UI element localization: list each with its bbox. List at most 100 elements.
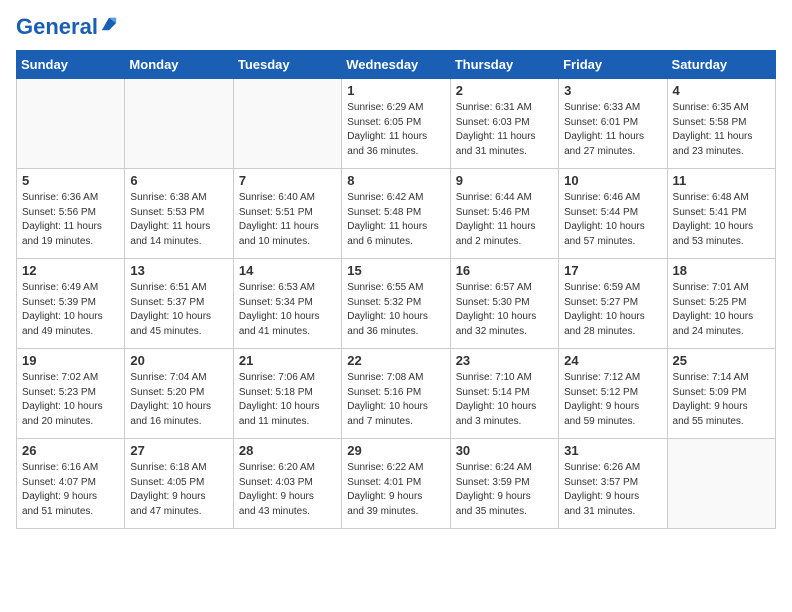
day-number: 18 [673, 263, 770, 278]
day-number: 17 [564, 263, 661, 278]
weekday-header: Monday [125, 51, 233, 79]
calendar-cell: 22 Sunrise: 7:08 AMSunset: 5:16 PMDayligh… [342, 349, 450, 439]
calendar-cell: 18 Sunrise: 7:01 AMSunset: 5:25 PMDayligh… [667, 259, 775, 349]
day-number: 8 [347, 173, 444, 188]
calendar-cell: 17 Sunrise: 6:59 AMSunset: 5:27 PMDayligh… [559, 259, 667, 349]
day-number: 13 [130, 263, 227, 278]
calendar-week-row: 5Sunrise: 6:36 AMSunset: 5:56 PMDaylight… [17, 169, 776, 259]
day-info: Sunrise: 6:20 AMSunset: 4:03 PMDaylight:… [239, 461, 336, 519]
day-info: Sunrise: 6:29 AMSunset: 6:05 PMDaylight:… [347, 101, 444, 159]
calendar-cell: 2 Sunrise: 6:31 AMSunset: 6:03 PMDaylight… [450, 79, 558, 169]
calendar-cell: 21 Sunrise: 7:06 AMSunset: 5:18 PMDayligh… [233, 349, 341, 439]
day-info: Sunrise: 6:16 AMSunset: 4:07 PMDaylight:… [22, 461, 119, 519]
calendar-cell: 23 Sunrise: 7:10 AMSunset: 5:14 PMDayligh… [450, 349, 558, 439]
calendar-week-row: 26 Sunrise: 6:16 AMSunset: 4:07 PMDayligh… [17, 439, 776, 529]
day-number: 26 [22, 443, 119, 458]
day-number: 7 [239, 173, 336, 188]
logo-text-line1: General [16, 16, 98, 38]
day-info: Sunrise: 6:53 AMSunset: 5:34 PMDaylight:… [239, 281, 336, 339]
day-number: 12 [22, 263, 119, 278]
day-info: Sunrise: 6:57 AMSunset: 5:30 PMDaylight:… [456, 281, 553, 339]
day-number: 1 [347, 83, 444, 98]
calendar-cell: 15 Sunrise: 6:55 AMSunset: 5:32 PMDayligh… [342, 259, 450, 349]
day-number: 14 [239, 263, 336, 278]
day-info: Sunrise: 6:40 AMSunset: 5:51 PMDaylight:… [239, 191, 336, 249]
calendar-cell: 5Sunrise: 6:36 AMSunset: 5:56 PMDaylight… [17, 169, 125, 259]
day-info: Sunrise: 6:18 AMSunset: 4:05 PMDaylight:… [130, 461, 227, 519]
calendar-header-row: SundayMondayTuesdayWednesdayThursdayFrid… [17, 51, 776, 79]
day-info: Sunrise: 6:42 AMSunset: 5:48 PMDaylight:… [347, 191, 444, 249]
weekday-header: Wednesday [342, 51, 450, 79]
calendar-table: SundayMondayTuesdayWednesdayThursdayFrid… [16, 50, 776, 529]
page-header: General [16, 16, 776, 38]
calendar-week-row: 12 Sunrise: 6:49 AMSunset: 5:39 PMDayligh… [17, 259, 776, 349]
day-number: 19 [22, 353, 119, 368]
calendar-cell: 19 Sunrise: 7:02 AMSunset: 5:23 PMDayligh… [17, 349, 125, 439]
day-info: Sunrise: 7:06 AMSunset: 5:18 PMDaylight:… [239, 371, 336, 429]
day-number: 28 [239, 443, 336, 458]
calendar-cell [17, 79, 125, 169]
calendar-cell: 4 Sunrise: 6:35 AMSunset: 5:58 PMDaylight… [667, 79, 775, 169]
day-number: 6 [130, 173, 227, 188]
calendar-cell: 31 Sunrise: 6:26 AMSunset: 3:57 PMDayligh… [559, 439, 667, 529]
day-number: 16 [456, 263, 553, 278]
day-number: 10 [564, 173, 661, 188]
calendar-cell: 3 Sunrise: 6:33 AMSunset: 6:01 PMDaylight… [559, 79, 667, 169]
day-info: Sunrise: 6:22 AMSunset: 4:01 PMDaylight:… [347, 461, 444, 519]
calendar-cell: 10 Sunrise: 6:46 AMSunset: 5:44 PMDayligh… [559, 169, 667, 259]
day-info: Sunrise: 6:35 AMSunset: 5:58 PMDaylight:… [673, 101, 770, 159]
calendar-week-row: 19 Sunrise: 7:02 AMSunset: 5:23 PMDayligh… [17, 349, 776, 439]
day-number: 29 [347, 443, 444, 458]
day-number: 9 [456, 173, 553, 188]
day-info: Sunrise: 6:59 AMSunset: 5:27 PMDaylight:… [564, 281, 661, 339]
calendar-cell [125, 79, 233, 169]
day-info: Sunrise: 6:48 AMSunset: 5:41 PMDaylight:… [673, 191, 770, 249]
day-number: 15 [347, 263, 444, 278]
day-number: 5 [22, 173, 119, 188]
calendar-cell: 16 Sunrise: 6:57 AMSunset: 5:30 PMDayligh… [450, 259, 558, 349]
calendar-cell: 12 Sunrise: 6:49 AMSunset: 5:39 PMDayligh… [17, 259, 125, 349]
day-number: 4 [673, 83, 770, 98]
day-info: Sunrise: 7:01 AMSunset: 5:25 PMDaylight:… [673, 281, 770, 339]
day-info: Sunrise: 7:08 AMSunset: 5:16 PMDaylight:… [347, 371, 444, 429]
day-number: 22 [347, 353, 444, 368]
calendar-cell [667, 439, 775, 529]
day-info: Sunrise: 6:55 AMSunset: 5:32 PMDaylight:… [347, 281, 444, 339]
day-number: 20 [130, 353, 227, 368]
calendar-cell: 29 Sunrise: 6:22 AMSunset: 4:01 PMDayligh… [342, 439, 450, 529]
calendar-week-row: 1 Sunrise: 6:29 AMSunset: 6:05 PMDaylight… [17, 79, 776, 169]
day-info: Sunrise: 7:04 AMSunset: 5:20 PMDaylight:… [130, 371, 227, 429]
day-info: Sunrise: 7:14 AMSunset: 5:09 PMDaylight:… [673, 371, 770, 429]
logo: General [16, 16, 118, 38]
day-number: 21 [239, 353, 336, 368]
day-info: Sunrise: 7:12 AMSunset: 5:12 PMDaylight:… [564, 371, 661, 429]
day-info: Sunrise: 6:44 AMSunset: 5:46 PMDaylight:… [456, 191, 553, 249]
calendar-cell: 26 Sunrise: 6:16 AMSunset: 4:07 PMDayligh… [17, 439, 125, 529]
weekday-header: Sunday [17, 51, 125, 79]
weekday-header: Tuesday [233, 51, 341, 79]
day-info: Sunrise: 6:26 AMSunset: 3:57 PMDaylight:… [564, 461, 661, 519]
weekday-header: Friday [559, 51, 667, 79]
day-info: Sunrise: 6:31 AMSunset: 6:03 PMDaylight:… [456, 101, 553, 159]
weekday-header: Saturday [667, 51, 775, 79]
day-number: 31 [564, 443, 661, 458]
calendar-cell [233, 79, 341, 169]
day-number: 30 [456, 443, 553, 458]
calendar-cell: 11Sunrise: 6:48 AMSunset: 5:41 PMDayligh… [667, 169, 775, 259]
calendar-cell: 27Sunrise: 6:18 AMSunset: 4:05 PMDayligh… [125, 439, 233, 529]
day-info: Sunrise: 6:38 AMSunset: 5:53 PMDaylight:… [130, 191, 227, 249]
calendar-cell: 1 Sunrise: 6:29 AMSunset: 6:05 PMDaylight… [342, 79, 450, 169]
day-info: Sunrise: 7:10 AMSunset: 5:14 PMDaylight:… [456, 371, 553, 429]
day-info: Sunrise: 6:49 AMSunset: 5:39 PMDaylight:… [22, 281, 119, 339]
day-number: 24 [564, 353, 661, 368]
calendar-cell: 9 Sunrise: 6:44 AMSunset: 5:46 PMDaylight… [450, 169, 558, 259]
day-info: Sunrise: 7:02 AMSunset: 5:23 PMDaylight:… [22, 371, 119, 429]
calendar-cell: 8 Sunrise: 6:42 AMSunset: 5:48 PMDaylight… [342, 169, 450, 259]
day-number: 3 [564, 83, 661, 98]
day-info: Sunrise: 6:46 AMSunset: 5:44 PMDaylight:… [564, 191, 661, 249]
day-info: Sunrise: 6:33 AMSunset: 6:01 PMDaylight:… [564, 101, 661, 159]
day-number: 23 [456, 353, 553, 368]
calendar-cell: 14 Sunrise: 6:53 AMSunset: 5:34 PMDayligh… [233, 259, 341, 349]
day-number: 2 [456, 83, 553, 98]
day-number: 25 [673, 353, 770, 368]
